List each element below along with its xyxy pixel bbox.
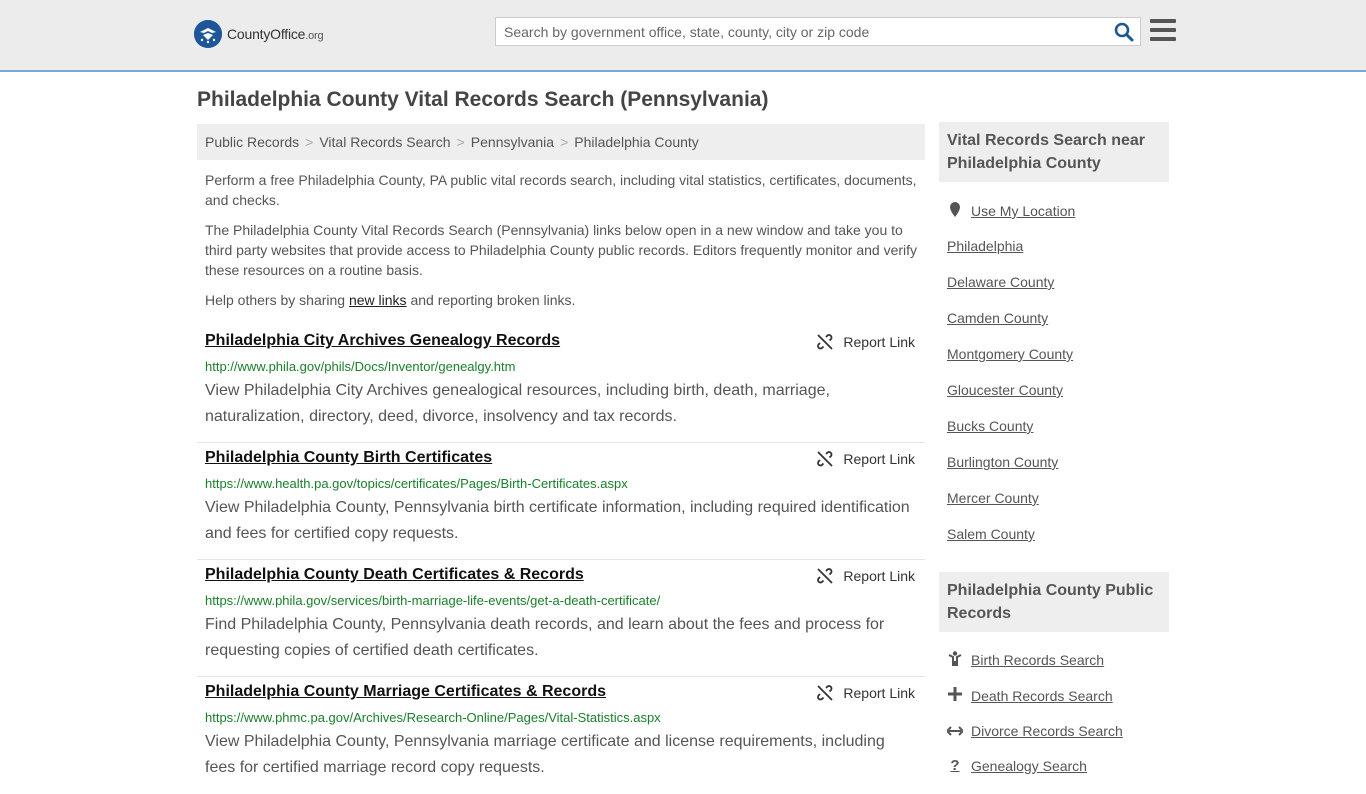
broken-link-icon: [817, 451, 834, 467]
result-description: Find Philadelphia County, Pennsylvania d…: [205, 616, 885, 659]
breadcrumb-separator: >: [456, 134, 465, 150]
public-records-heading: Philadelphia County Public Records: [939, 572, 1169, 632]
result-item: Philadelphia County Birth Certificates R…: [197, 443, 925, 560]
top-header: CountyOffice.org: [0, 0, 1366, 72]
child-icon: [947, 651, 963, 669]
result-url: http://www.phila.gov/phils/Docs/Inventor…: [205, 359, 516, 374]
report-link-label: Report Link: [843, 568, 915, 584]
nearby-link-burlington-county[interactable]: Burlington County: [947, 454, 1058, 470]
report-link-button[interactable]: Report Link: [817, 451, 915, 467]
breadcrumb-separator: >: [560, 134, 569, 150]
intro-paragraph-1: Perform a free Philadelphia County, PA p…: [205, 172, 917, 208]
nearby-link-montgomery-county[interactable]: Montgomery County: [947, 346, 1073, 362]
breadcrumb-philadelphia-county[interactable]: Philadelphia County: [574, 134, 699, 150]
question-icon: ?: [950, 757, 960, 774]
result-url: https://www.health.pa.gov/topics/certifi…: [205, 476, 628, 491]
nearby-heading: Vital Records Search near Philadelphia C…: [939, 122, 1169, 182]
result-url: https://www.phila.gov/services/birth-mar…: [205, 593, 661, 608]
nearby-link-mercer-county[interactable]: Mercer County: [947, 490, 1039, 506]
site-logo[interactable]: CountyOffice.org: [194, 20, 324, 48]
death-records-search-link[interactable]: Death Records Search: [947, 687, 1113, 704]
breadcrumb: Public Records > Vital Records Search > Penn…: [197, 124, 925, 160]
result-title-link[interactable]: Philadelphia County Marriage Certificate…: [205, 683, 606, 701]
breadcrumb-public-records[interactable]: Public Records: [205, 134, 299, 150]
search-icon[interactable]: [1114, 22, 1134, 42]
use-my-location-link[interactable]: Use My Location: [947, 202, 1075, 220]
arrows-icon: [945, 723, 965, 739]
new-links-link[interactable]: new links: [349, 292, 407, 308]
result-description: View Philadelphia County, Pennsylvania b…: [205, 499, 910, 542]
nearby-link-salem-county[interactable]: Salem County: [947, 526, 1035, 542]
result-title-link[interactable]: Philadelphia City Archives Genealogy Rec…: [205, 332, 560, 350]
report-link-label: Report Link: [843, 685, 915, 701]
cross-icon: [947, 687, 963, 704]
intro-paragraph-2: The Philadelphia County Vital Records Se…: [205, 222, 918, 278]
intro-paragraph-3: Help others by sharing new links and rep…: [205, 292, 576, 308]
result-item: Philadelphia County Death Certificates &…: [197, 560, 925, 677]
hamburger-menu-icon[interactable]: [1150, 19, 1176, 41]
result-description: View Philadelphia City Archives genealog…: [205, 382, 830, 425]
breadcrumb-vital-records-search[interactable]: Vital Records Search: [319, 134, 450, 150]
breadcrumb-pennsylvania[interactable]: Pennsylvania: [471, 134, 554, 150]
nearby-link-gloucester-county[interactable]: Gloucester County: [947, 382, 1063, 398]
nearby-link-delaware-county[interactable]: Delaware County: [947, 274, 1054, 290]
map-marker-icon: [947, 202, 963, 220]
result-title-link[interactable]: Philadelphia County Birth Certificates: [205, 449, 492, 467]
broken-link-icon: [817, 568, 834, 584]
divorce-records-search-link[interactable]: Divorce Records Search: [945, 723, 1123, 739]
nearby-link-bucks-county[interactable]: Bucks County: [947, 418, 1033, 434]
broken-link-icon: [817, 685, 834, 701]
result-url: https://www.phmc.pa.gov/Archives/Researc…: [205, 710, 661, 725]
search-box: [495, 17, 1141, 46]
genealogy-search-link[interactable]: ? Genealogy Search: [947, 757, 1087, 774]
nearby-link-philadelphia[interactable]: Philadelphia: [947, 238, 1023, 254]
result-description: View Philadelphia County, Pennsylvania m…: [205, 733, 885, 776]
result-title-link[interactable]: Philadelphia County Death Certificates &…: [205, 566, 584, 584]
logo-text: CountyOffice.org: [227, 26, 324, 42]
report-link-label: Report Link: [843, 451, 915, 467]
breadcrumb-separator: >: [305, 134, 314, 150]
report-link-button[interactable]: Report Link: [817, 568, 915, 584]
search-input[interactable]: [496, 18, 1096, 45]
result-item: Philadelphia City Archives Genealogy Rec…: [197, 326, 925, 443]
report-link-button[interactable]: Report Link: [817, 334, 915, 350]
result-item: Philadelphia County Marriage Certificate…: [197, 677, 925, 794]
broken-link-icon: [817, 334, 834, 350]
page-title: Philadelphia County Vital Records Search…: [197, 88, 769, 111]
report-link-button[interactable]: Report Link: [817, 685, 915, 701]
nearby-link-camden-county[interactable]: Camden County: [947, 310, 1048, 326]
logo-seal-icon: [194, 20, 222, 48]
birth-records-search-link[interactable]: Birth Records Search: [947, 651, 1104, 669]
report-link-label: Report Link: [843, 334, 915, 350]
